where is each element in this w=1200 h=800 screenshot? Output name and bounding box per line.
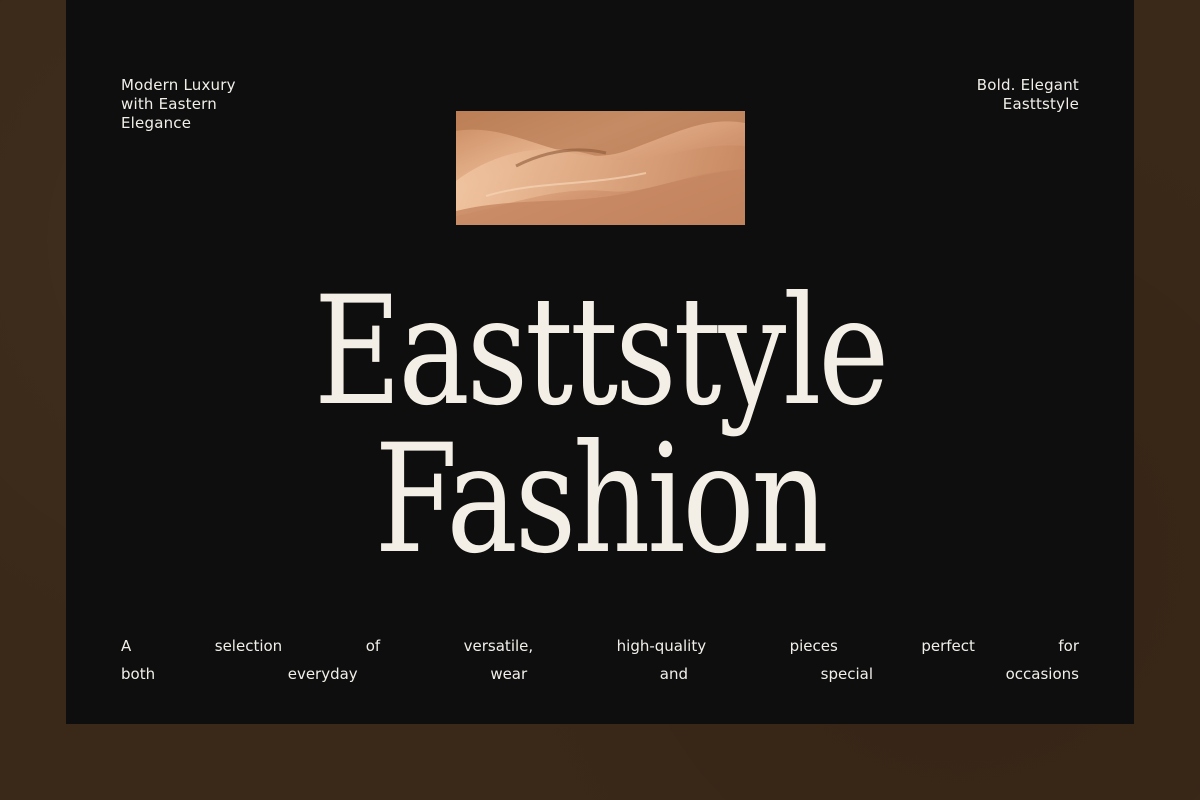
top-left-line-3: Elegance	[121, 114, 192, 132]
top-left-caption: Modern Luxury with Eastern Elegance	[121, 76, 236, 133]
tagline-word: occasions	[1005, 665, 1079, 683]
tagline-line-1: A selection of versatile, high-quality p…	[121, 636, 1079, 656]
top-left-line-1: Modern Luxury	[121, 76, 236, 94]
tagline-word: selection	[214, 637, 283, 655]
tagline-word: of	[365, 637, 381, 655]
tagline-line-2: both everyday wear and special occasions	[121, 664, 1079, 684]
tagline-word: high-quality	[616, 637, 707, 655]
headline-fashion: Fashion	[374, 413, 828, 587]
top-right-line-2: Easttstyle	[1002, 95, 1079, 113]
top-right-caption: Bold. Elegant Easttstyle	[977, 76, 1079, 114]
tagline-word: A	[121, 637, 132, 655]
top-right-line-1: Bold. Elegant	[976, 76, 1079, 94]
fabric-drawing	[456, 111, 745, 225]
tagline-word: everyday	[287, 665, 358, 683]
tagline-word: wear	[490, 665, 528, 683]
tagline-word: and	[659, 665, 689, 683]
tagline-word: perfect	[921, 637, 975, 655]
tagline-word: both	[121, 665, 156, 683]
tagline-word: for	[1058, 637, 1079, 655]
top-left-line-2: with Eastern	[121, 95, 217, 113]
silk-fabric-image	[456, 111, 745, 225]
poster-card: Modern Luxury with Eastern Elegance Bold…	[66, 0, 1134, 724]
tagline-word: special	[820, 665, 873, 683]
tagline-word: versatile,	[463, 637, 534, 655]
tagline-word: pieces	[789, 637, 838, 655]
